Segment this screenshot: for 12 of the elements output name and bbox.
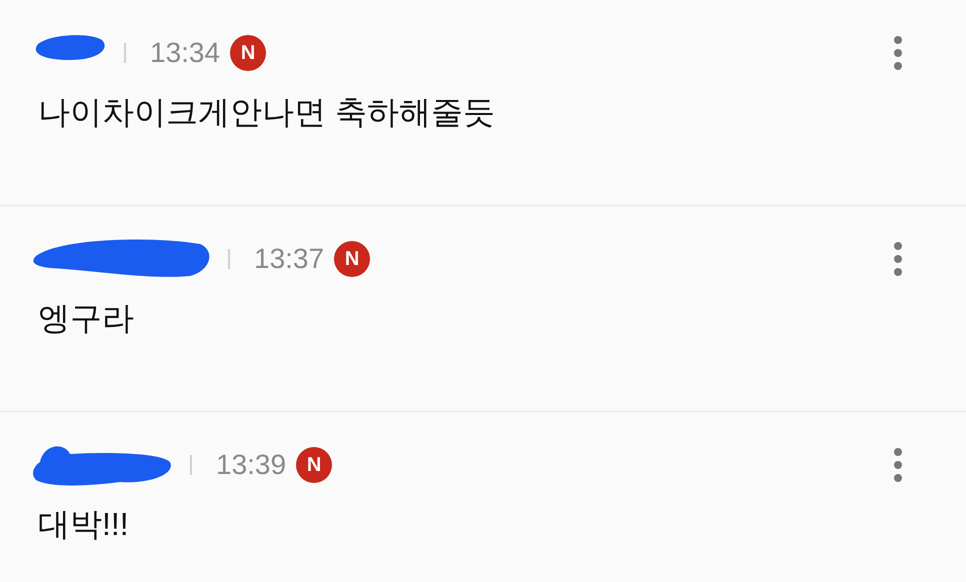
new-badge: N — [230, 35, 266, 71]
more-options-icon[interactable] — [892, 447, 904, 483]
comment-text: 대박!!! — [37, 505, 130, 544]
more-options-icon[interactable] — [892, 241, 904, 277]
comment-text: 나이차이크게안나면 축하해줄듯 — [37, 93, 496, 132]
comment-time: 13:34 — [150, 36, 220, 70]
comment-text: 엥구라 — [37, 299, 135, 338]
comment-time: 13:39 — [216, 448, 286, 482]
new-badge: N — [296, 447, 332, 483]
more-options-icon[interactable] — [892, 35, 904, 71]
comment-time: 13:37 — [254, 242, 324, 276]
new-badge: N — [334, 241, 370, 277]
